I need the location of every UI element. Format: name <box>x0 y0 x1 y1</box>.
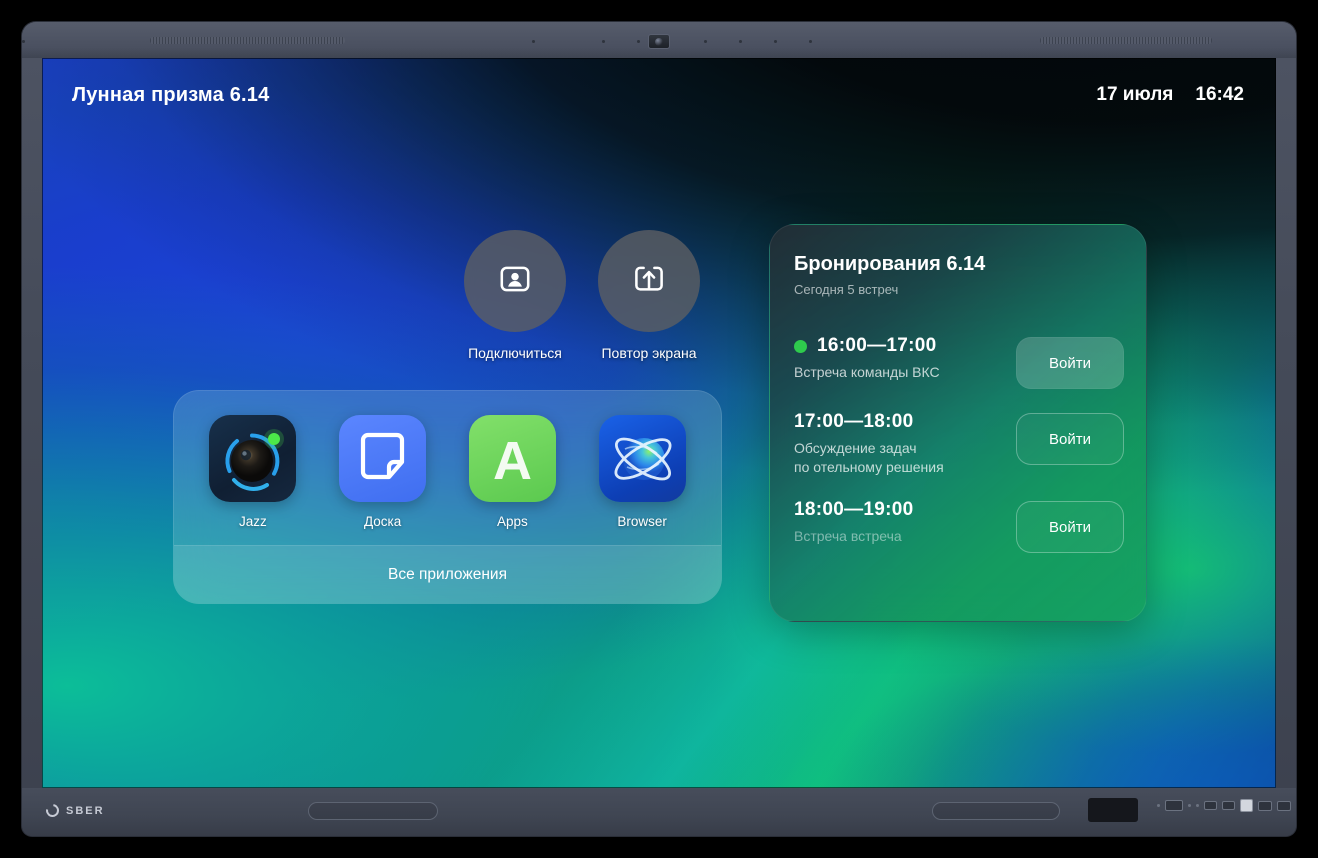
speaker-grille-left <box>150 37 345 44</box>
meeting-info: 16:00—17:00 Встреча команды ВКС <box>794 333 940 382</box>
sber-logo: SBER <box>43 801 105 820</box>
meeting-row[interactable]: 16:00—17:00 Встреча команды ВКС Войти <box>770 323 1146 399</box>
microphone-dot <box>532 40 535 43</box>
screen-share-button-label: Повтор экрана <box>601 345 697 361</box>
quick-actions-group: Подключиться Повтор экрана <box>464 230 700 361</box>
app-label-apps: Apps <box>496 514 528 529</box>
hdmi-port-icon <box>1222 801 1235 810</box>
meeting-time-row: 18:00—19:00 <box>794 499 914 521</box>
ethernet-port-icon <box>1165 800 1183 811</box>
port-indicator-dot <box>1188 804 1191 807</box>
microphone-dot <box>739 40 742 43</box>
meeting-row[interactable]: 18:00—19:00 Встреча встреча Войти <box>770 487 1146 563</box>
meeting-info: 17:00—18:00 Обсуждение задач по отельному… <box>794 409 944 477</box>
screen-share-button-circle[interactable] <box>598 230 700 332</box>
microphone-dot <box>602 40 605 43</box>
port-indicator-dot <box>1196 804 1199 807</box>
meeting-name: Встреча встреча <box>794 528 902 545</box>
join-button[interactable]: Войти <box>1016 337 1124 389</box>
port-row <box>1157 799 1291 812</box>
interactive-display-device: Лунная призма 6.14 17 июля 16:42 Подключ… <box>22 22 1296 836</box>
sber-wordmark: SBER <box>66 804 105 817</box>
camera-icon <box>648 34 670 49</box>
meeting-time: 16:00—17:00 <box>817 335 937 356</box>
meeting-row[interactable]: 17:00—18:00 Обсуждение задач по отельному… <box>770 399 1146 487</box>
app-dock-apps: Jazz Доска A Apps Browser <box>174 391 721 545</box>
all-apps-button[interactable]: Все приложения <box>174 545 721 603</box>
meeting-name: Обсуждение задач по отельному решения <box>794 440 944 476</box>
usb-a-port-icon <box>1277 800 1291 811</box>
bezel-slot-right <box>932 802 1060 820</box>
app-label-doska: Доска <box>363 514 402 529</box>
camera-lens-icon <box>209 415 297 502</box>
connect-button-label: Подключиться <box>468 345 562 361</box>
meeting-time: 17:00—18:00 <box>794 411 914 432</box>
join-button[interactable]: Войти <box>1016 501 1124 554</box>
meetings-list: 16:00—17:00 Встреча команды ВКС Войти 17… <box>770 323 1146 563</box>
bookings-panel: Бронирования 6.14 Сегодня 5 встреч 16:00… <box>769 224 1147 622</box>
current-time: 16:42 <box>1195 84 1244 105</box>
sticky-note-icon <box>339 415 427 502</box>
sber-mark-icon <box>43 801 62 820</box>
nfc-pad <box>1088 798 1138 822</box>
hdmi-port-icon <box>1204 801 1217 810</box>
display-screen: Лунная призма 6.14 17 июля 16:42 Подключ… <box>42 58 1276 788</box>
connect-button[interactable]: Подключиться <box>464 230 566 361</box>
meeting-time-row: 16:00—17:00 <box>794 335 940 357</box>
app-label-jazz: Jazz <box>238 514 267 529</box>
bookings-title: Бронирования 6.14 <box>794 253 986 275</box>
app-tile-jazz[interactable]: Jazz <box>199 415 307 529</box>
app-tile-doska[interactable]: Доска <box>329 415 437 529</box>
app-tile-apps[interactable]: A Apps <box>458 415 566 529</box>
join-button[interactable]: Войти <box>1016 413 1124 465</box>
usb-b-port-icon <box>1240 799 1253 812</box>
port-indicator-dot <box>1157 804 1160 807</box>
date-time-group: 17 июля 16:42 <box>1096 84 1244 106</box>
microphone-dot <box>809 40 812 43</box>
microphone-dot <box>637 40 640 43</box>
meeting-time: 18:00—19:00 <box>794 499 914 521</box>
letter-a-icon: A <box>468 415 556 502</box>
svg-text:A: A <box>493 431 532 491</box>
device-bottom-bezel: SBER <box>22 788 1296 836</box>
meeting-info: 18:00—19:00 Встреча встреча <box>794 497 914 546</box>
bookings-subtitle: Сегодня 5 встреч <box>794 282 899 297</box>
app-tile-browser[interactable]: Browser <box>588 415 696 529</box>
usb-a-port-icon <box>1258 800 1272 811</box>
microphone-dot <box>22 40 25 43</box>
app-dock: Jazz Доска A Apps Browser Все приложения <box>173 390 722 604</box>
room-title: Лунная призма 6.14 <box>72 83 270 106</box>
globe-orbit-icon <box>598 415 686 502</box>
speaker-grille-right <box>1040 37 1212 44</box>
status-badge <box>794 339 807 353</box>
current-date: 17 июля <box>1096 84 1174 105</box>
bezel-slot-left <box>308 802 438 820</box>
meeting-name: Встреча команды ВКС <box>794 364 940 380</box>
screen-share-button[interactable]: Повтор экрана <box>598 230 700 361</box>
status-bar: Лунная призма 6.14 17 июля 16:42 <box>42 58 1276 132</box>
meeting-time-row: 17:00—18:00 <box>794 411 944 433</box>
person-in-frame-icon <box>497 261 533 302</box>
microphone-dot <box>774 40 777 43</box>
device-top-bezel <box>22 22 1296 58</box>
app-label-browser: Browser <box>617 514 667 529</box>
microphone-dot <box>704 40 707 43</box>
bookings-header: Бронирования 6.14 Сегодня 5 встреч <box>770 225 1146 297</box>
connect-button-circle[interactable] <box>464 230 566 332</box>
screen-share-icon <box>631 261 667 302</box>
